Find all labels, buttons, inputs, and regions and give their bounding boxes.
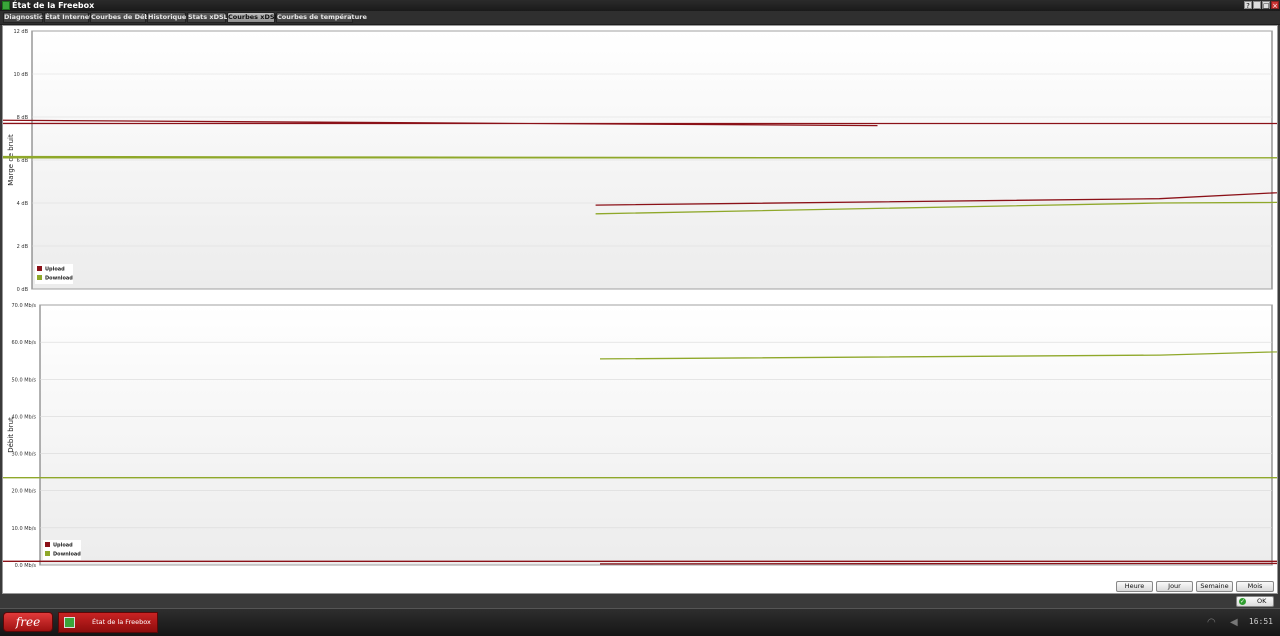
plot-area-1 [39, 304, 1273, 566]
tab-etat-internet[interactable]: État Internet [44, 12, 92, 23]
y-tick-label: 0 dB [17, 287, 29, 293]
tab-courbes-de-temperature[interactable]: Courbes de température [276, 12, 367, 23]
taskbar: free État de la Freebox ◠ ◀ 16:51 [0, 608, 1280, 636]
heure-button[interactable]: Heure [1116, 581, 1153, 592]
legend-label: Download [45, 276, 73, 282]
taskbar-window-label: État de la Freebox [92, 618, 151, 626]
clock: 16:51 [1248, 617, 1273, 626]
y-tick-label: 50.0 Mb/s [12, 377, 37, 383]
tab-stats-xdsl[interactable]: Stats xDSL [187, 12, 228, 23]
y-tick-label: 60.0 Mb/s [12, 340, 37, 346]
start-button[interactable]: free [3, 612, 53, 632]
taskbar-window-item[interactable]: État de la Freebox [58, 612, 158, 633]
charts-panel: 0 dB2 dB4 dB6 dB8 dB10 dB12 dB18:0020:00… [0, 25, 1280, 594]
y-tick-label: 2 dB [17, 244, 29, 250]
ok-button[interactable]: ✓ OK [1236, 596, 1274, 607]
wifi-icon: ◠ [1207, 617, 1216, 628]
help-button[interactable]: ? [1244, 1, 1252, 10]
maximize-button[interactable]: □ [1262, 1, 1270, 10]
jour-button[interactable]: Jour [1156, 581, 1193, 592]
y-tick-label: 20.0 Mb/s [12, 489, 37, 495]
y-tick-label: 4 dB [17, 201, 29, 207]
xdsl-charts: 0 dB2 dB4 dB6 dB8 dB10 dB12 dB18:0020:00… [0, 29, 1280, 569]
semaine-button[interactable]: Semaine [1196, 581, 1233, 592]
minimize-button[interactable]: _ [1253, 1, 1261, 10]
legend-label: Upload [53, 543, 73, 549]
ok-label: OK [1257, 597, 1267, 605]
mois-button[interactable]: Mois [1236, 581, 1274, 592]
tab-bar: Diagnostic État Internet Courbes de Débi… [0, 11, 1280, 25]
app-icon [2, 1, 10, 10]
speaker-icon: ◀ [1230, 617, 1238, 628]
legend-swatch [45, 551, 50, 556]
y-tick-label: 40.0 Mb/s [12, 414, 37, 420]
y-axis-label: Débit brut [7, 417, 15, 453]
y-tick-label: 0.0 Mb/s [15, 563, 37, 569]
legend-swatch [45, 542, 50, 547]
tab-diagnostic[interactable]: Diagnostic [3, 12, 43, 23]
close-button[interactable]: × [1271, 1, 1279, 10]
app-icon [64, 617, 75, 628]
check-icon: ✓ [1239, 598, 1246, 605]
window-title-bar[interactable]: État de la Freebox ? _ □ × [0, 0, 1280, 11]
y-tick-label: 12 dB [13, 29, 28, 35]
y-tick-label: 30.0 Mb/s [12, 452, 37, 458]
tab-courbes-de-debit[interactable]: Courbes de Débit [90, 12, 154, 23]
y-tick-label: 6 dB [17, 158, 29, 164]
y-tick-label: 10.0 Mb/s [12, 526, 37, 532]
tab-historique[interactable]: Historique [147, 12, 186, 23]
y-tick-label: 10 dB [13, 72, 28, 78]
legend-label: Upload [45, 267, 65, 273]
legend-swatch [37, 275, 42, 280]
legend-swatch [37, 266, 42, 271]
window-title: État de la Freebox [12, 1, 95, 10]
legend-label: Download [53, 552, 81, 558]
y-tick-label: 70.0 Mb/s [12, 303, 37, 309]
dialog-footer [0, 594, 1280, 608]
y-axis-label: Marge de bruit [7, 134, 15, 186]
tab-courbes-xdsl[interactable]: Courbes xDSL [227, 12, 279, 23]
